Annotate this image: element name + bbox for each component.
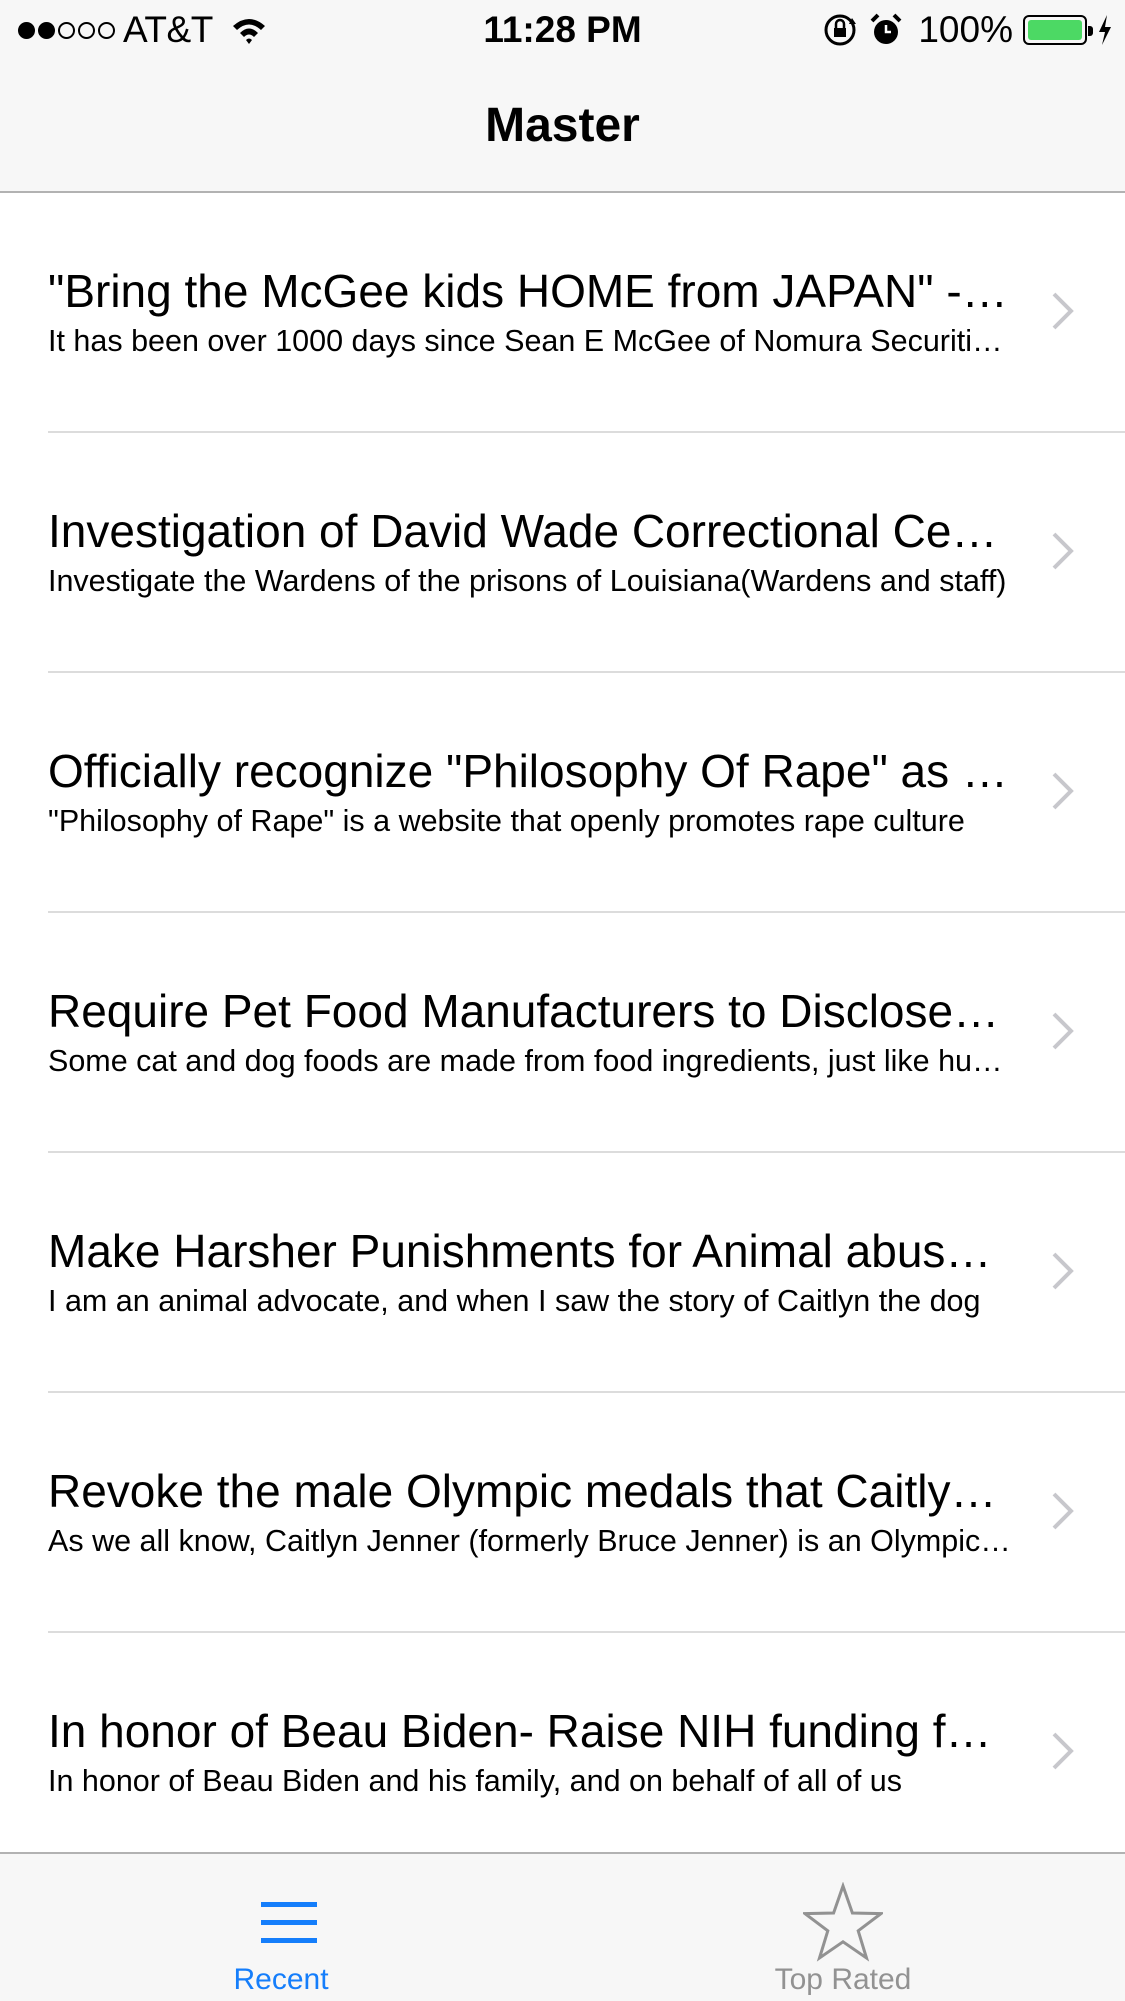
status-bar: AT&T 11:28 PM 100% xyxy=(0,0,1125,60)
list-item[interactable]: Investigation of David Wade Correctional… xyxy=(0,433,1125,673)
list-item[interactable]: Make Harsher Punishments for Animal abus… xyxy=(0,1153,1125,1393)
list-item-subtitle: In honor of Beau Biden and his family, a… xyxy=(48,1764,902,1798)
list-item-title: Require Pet Food Manufacturers to Disclo… xyxy=(48,985,1008,1037)
list-item-subtitle: As we all know, Caitlyn Jenner (formerly… xyxy=(48,1524,1013,1558)
battery-icon xyxy=(1023,15,1093,45)
list-item-subtitle: "Philosophy of Rape" is a website that o… xyxy=(48,804,965,838)
list-item-title: "Bring the McGee kids HOME from JAPAN" -… xyxy=(48,265,1008,317)
page-title: Master xyxy=(485,99,640,152)
list-item[interactable]: In honor of Beau Biden- Raise NIH fundin… xyxy=(0,1633,1125,1852)
star-icon xyxy=(803,1882,883,1962)
list-item-subtitle: Investigate the Wardens of the prisons o… xyxy=(48,564,1007,598)
tab-top-rated-label: Top Rated xyxy=(774,1963,912,1996)
chevron-right-icon xyxy=(1052,1492,1074,1530)
battery-level xyxy=(1028,20,1082,40)
list-item[interactable]: Revoke the male Olympic medals that Cait… xyxy=(0,1393,1125,1633)
list-item[interactable]: "Bring the McGee kids HOME from JAPAN" -… xyxy=(0,193,1125,433)
orientation-lock-icon xyxy=(824,14,857,46)
list-item[interactable]: Officially recognize "Philosophy Of Rape… xyxy=(0,673,1125,913)
list-item[interactable]: Require Pet Food Manufacturers to Disclo… xyxy=(0,913,1125,1153)
tab-top-rated[interactable]: Top Rated xyxy=(693,1854,993,2001)
chevron-right-icon xyxy=(1052,1012,1074,1050)
charging-bolt-icon xyxy=(1099,15,1111,45)
petition-list[interactable]: "Bring the McGee kids HOME from JAPAN" -… xyxy=(0,193,1125,1852)
tab-recent-label: Recent xyxy=(233,1963,329,1996)
chevron-right-icon xyxy=(1052,1252,1074,1290)
tab-recent[interactable]: Recent xyxy=(131,1854,431,2001)
list-item-title: Officially recognize "Philosophy Of Rape… xyxy=(48,745,1008,797)
chevron-right-icon xyxy=(1052,532,1074,570)
alarm-icon xyxy=(870,13,902,44)
battery-percent: 100% xyxy=(918,9,1013,50)
list-item-title: In honor of Beau Biden- Raise NIH fundin… xyxy=(48,1705,1008,1757)
list-item-title: Revoke the male Olympic medals that Cait… xyxy=(48,1465,1008,1517)
list-item-subtitle: It has been over 1000 days since Sean E … xyxy=(48,324,1013,358)
list-icon xyxy=(261,1902,317,1943)
list-item-subtitle: I am an animal advocate, and when I saw … xyxy=(48,1284,981,1318)
navigation-bar: Master xyxy=(0,60,1125,193)
status-right: 100% xyxy=(822,8,1113,52)
chevron-right-icon xyxy=(1052,1732,1074,1770)
list-item-title: Investigation of David Wade Correctional… xyxy=(48,505,1008,557)
tab-bar: Recent Top Rated xyxy=(0,1852,1125,2001)
chevron-right-icon xyxy=(1052,772,1074,810)
list-item-subtitle: Some cat and dog foods are made from foo… xyxy=(48,1044,1013,1078)
list-item-title: Make Harsher Punishments for Animal abus… xyxy=(48,1225,1008,1277)
chevron-right-icon xyxy=(1052,292,1074,330)
